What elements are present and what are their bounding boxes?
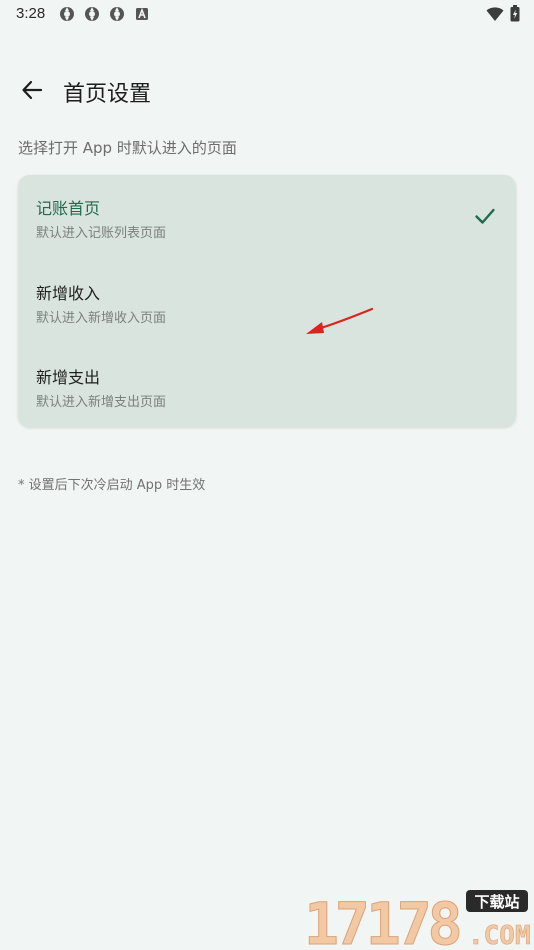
option-description: 默认进入记账列表页面 [36,226,167,241]
a-badge-icon [136,7,148,20]
svg-text:.COM: .COM [468,921,530,948]
sync-icon [60,7,74,21]
option-title: 记账首页 [36,199,101,218]
status-bar: 3:28 [0,0,534,28]
footnote: * 设置后下次冷启动 App 时生效 [18,478,206,493]
option-description: 默认进入新增支出页面 [36,395,167,410]
watermark-logo: 17178 下载站 .COM [304,890,531,949]
sync-icon [110,7,124,21]
svg-text:下载站: 下载站 [474,893,519,911]
back-button[interactable] [12,70,52,110]
wifi-icon [486,6,504,21]
page-title: 首页设置 [63,82,152,107]
annotation-arrow-icon [306,307,374,334]
status-right [486,5,520,22]
option-title: 新增收入 [36,284,101,303]
option-description: 默认进入新增收入页面 [36,311,167,326]
option-add-income[interactable]: 新增收入 默认进入新增收入页面 [18,259,516,343]
sync-icon [85,7,99,21]
option-title: 新增支出 [36,368,101,387]
status-time: 3:28 [16,5,46,22]
svg-text:17178: 17178 [304,890,460,948]
option-bookkeeping-home[interactable]: 记账首页 默认进入记账列表页面 [18,175,516,259]
check-icon [475,208,495,224]
app-bar: 首页设置 [0,60,534,120]
option-add-expense[interactable]: 新增支出 默认进入新增支出页面 [18,343,516,427]
battery-icon [510,5,520,22]
arrow-left-icon [22,80,43,100]
page-subtitle: 选择打开 App 时默认进入的页面 [18,139,237,157]
home-page-options-card: 记账首页 默认进入记账列表页面 新增收入 默认进入新增收入页面 新增支出 默认进… [18,175,516,427]
